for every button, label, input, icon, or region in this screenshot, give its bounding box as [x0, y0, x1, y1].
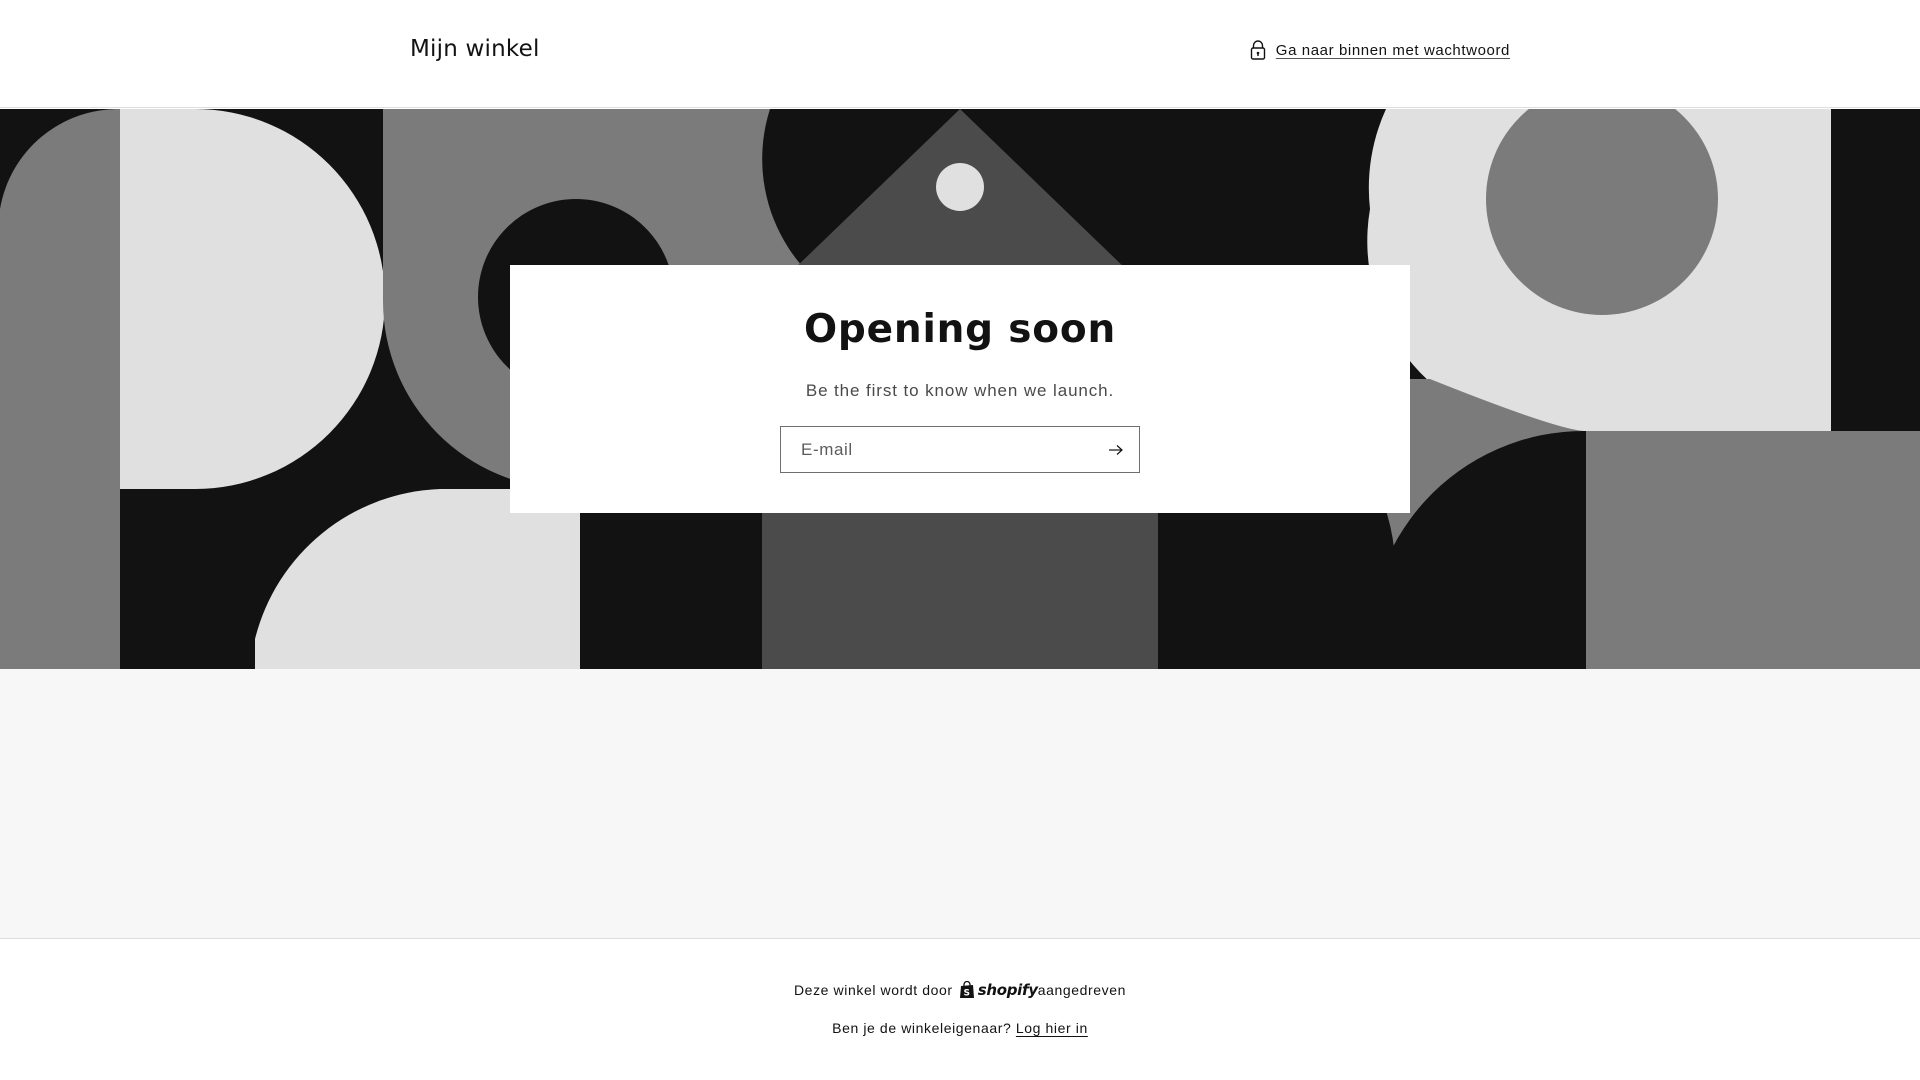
site-header: Mijn winkel Ga naar binnen met wachtwoor…	[0, 0, 1920, 108]
lock-icon	[1250, 40, 1265, 60]
store-title[interactable]: Mijn winkel	[410, 36, 540, 62]
shopify-wordmark: shopify	[977, 981, 1038, 999]
shopify-bag-icon: S	[959, 981, 974, 999]
svg-text:S: S	[963, 989, 970, 999]
email-input[interactable]	[781, 427, 1091, 472]
password-entry-link[interactable]: Ga naar binnen met wachtwoord	[1249, 39, 1510, 61]
arrow-right-icon	[1109, 444, 1123, 455]
owner-question: Ben je de winkeleigenaar?	[832, 1020, 1012, 1036]
password-link-label: Ga naar binnen met wachtwoord	[1275, 41, 1510, 59]
newsletter-subtitle: Be the first to know when we launch.	[805, 381, 1115, 400]
powered-suffix: aangedreven	[1037, 982, 1127, 998]
powered-by-line: Deze winkel wordt door S shopify aangedr…	[0, 981, 1920, 999]
shopify-logo[interactable]: S shopify	[959, 981, 1038, 999]
owner-login-line: Ben je de winkeleigenaar? Log hier in	[0, 1020, 1920, 1036]
login-link[interactable]: Log hier in	[1016, 1020, 1088, 1036]
subscribe-button[interactable]	[1093, 427, 1139, 472]
newsletter-card: Opening soon Be the first to know when w…	[510, 265, 1410, 513]
newsletter-form	[780, 426, 1140, 473]
powered-prefix: Deze winkel wordt door	[793, 982, 953, 998]
footer-band	[0, 669, 1920, 939]
page-title: Opening soon	[803, 307, 1117, 352]
